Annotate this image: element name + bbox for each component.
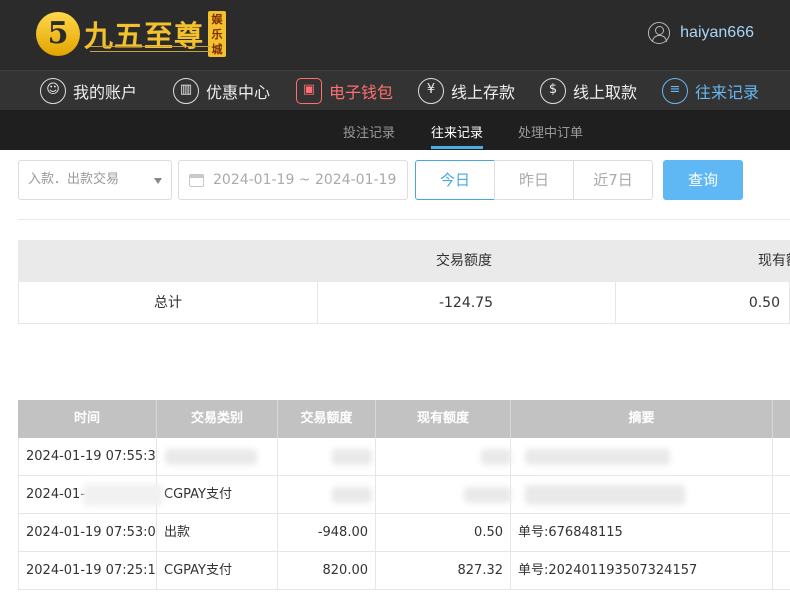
summary-header: 交易额度 现有额度 — [18, 240, 790, 282]
user-icon: ☺ — [40, 78, 66, 104]
col-memo: 摘要 — [511, 400, 773, 438]
transaction-type-select[interactable]: 入款．出款交易 — [18, 160, 172, 200]
col-type: 交易类别 — [157, 400, 278, 438]
table-row: 2024-01-19 07:25:14 CGPAY支付 820.00 827.3… — [18, 552, 790, 590]
records-table: 时间 交易类别 交易额度 现有额度 摘要 2024-01-19 07:55:30… — [18, 400, 790, 590]
wallet-icon: ▣ — [296, 78, 322, 104]
date-range-value: 2024-01-19 ~ 2024-01-19 — [213, 172, 397, 188]
redaction-blur — [83, 484, 163, 506]
calendar-icon — [189, 174, 204, 187]
cell-amount: 820.00 — [278, 552, 376, 590]
avatar-icon — [648, 22, 671, 44]
gift-icon: ▥ — [173, 78, 199, 104]
summary-total-label: 总计 — [154, 295, 182, 311]
cell-memo: 单号:676848115 — [511, 514, 773, 552]
quick-today-button[interactable]: 今日 — [415, 160, 495, 200]
nav-promotions[interactable]: ▥ 优惠中心 — [173, 77, 270, 105]
col-time: 时间 — [18, 400, 157, 438]
select-value: 入款．出款交易 — [28, 172, 120, 187]
nav-label: 往来记录 — [695, 83, 760, 102]
quick-7days-button[interactable]: 近7日 — [573, 160, 653, 200]
table-row: 2024-01- CGPAY支付 — [18, 476, 790, 514]
cell-type: 出款 — [157, 514, 278, 552]
nav-label: 电子钱包 — [329, 83, 394, 102]
record-icon: ≡ — [662, 78, 688, 104]
summary-header-amount: 交易额度 — [436, 253, 492, 269]
summary-table: 交易额度 现有额度 总计 -124.75 0.50 — [18, 240, 790, 324]
nav-online-deposit[interactable]: ¥ 线上存款 — [418, 77, 515, 105]
logo-badge-icon: 5 — [36, 12, 80, 56]
cell-time: 2024-01-19 07:25:14 — [19, 552, 157, 590]
user-menu[interactable]: haiyan666 — [648, 22, 754, 44]
date-range-input[interactable]: 2024-01-19 ~ 2024-01-19 — [178, 160, 408, 200]
top-header: 5 九五至尊 娱乐城 haiyan666 — [0, 0, 790, 70]
deposit-icon: ¥ — [418, 78, 444, 104]
redaction-blur — [464, 487, 511, 503]
username[interactable]: haiyan666 — [680, 24, 754, 42]
redaction-blur — [525, 485, 685, 505]
col-amount: 交易额度 — [278, 400, 376, 438]
tab-bet-records[interactable]: 投注记录 — [343, 122, 395, 141]
nav-records[interactable]: ≡ 往来记录 — [662, 77, 759, 105]
nav-online-withdraw[interactable]: $ 线上取款 — [540, 77, 637, 105]
sub-nav: 投注记录 往来记录 处理中订单 — [0, 110, 790, 150]
redaction-blur — [332, 487, 372, 503]
summary-header-balance: 现有额度 — [758, 253, 790, 269]
records-header: 时间 交易类别 交易额度 现有额度 摘要 — [18, 400, 790, 438]
cell-time: 2024-01-19 07:55:30 — [19, 438, 157, 476]
quick-yesterday-button[interactable]: 昨日 — [494, 160, 574, 200]
summary-current-balance: 0.50 — [748, 295, 780, 311]
nav-label: 线上取款 — [573, 83, 638, 102]
nav-my-account[interactable]: ☺ 我的账户 — [40, 77, 137, 105]
cell-type: CGPAY支付 — [157, 552, 278, 590]
chevron-down-icon — [154, 178, 162, 184]
cell-balance: 0.50 — [376, 514, 511, 552]
query-button[interactable]: 查询 — [663, 160, 743, 200]
nav-label: 优惠中心 — [206, 83, 271, 102]
redaction-blur — [525, 449, 670, 465]
redaction-blur — [165, 449, 257, 465]
col-balance: 现有额度 — [376, 400, 511, 438]
brand-logo[interactable]: 5 九五至尊 娱乐城 — [36, 8, 227, 60]
redaction-blur — [481, 449, 511, 465]
brand-sub: 娱乐城 — [208, 11, 227, 57]
main-nav: ☺ 我的账户 ▥ 优惠中心 ▣ 电子钱包 ¥ 线上存款 $ 线上取款 ≡ 往来记… — [0, 70, 790, 110]
cell-time: 2024-01-19 07:53:03 — [19, 514, 157, 552]
table-row: 2024-01-19 07:55:30 — [18, 438, 790, 476]
tab-pending-orders[interactable]: 处理中订单 — [518, 122, 583, 141]
nav-label: 线上存款 — [451, 83, 516, 102]
logo-ornament — [90, 46, 210, 52]
table-row: 2024-01-19 07:53:03 出款 -948.00 0.50 单号:6… — [18, 514, 790, 552]
cell-memo: 单号:202401193507324157 — [511, 552, 773, 590]
summary-row: 总计 -124.75 0.50 — [18, 282, 790, 324]
redaction-blur — [332, 449, 372, 465]
withdraw-icon: $ — [540, 78, 566, 104]
summary-total-amount: -124.75 — [438, 295, 494, 311]
divider — [18, 219, 790, 220]
nav-label: 我的账户 — [73, 83, 138, 102]
cell-balance: 827.32 — [376, 552, 511, 590]
cell-type: CGPAY支付 — [157, 476, 278, 514]
nav-wallet[interactable]: ▣ 电子钱包 — [296, 77, 393, 105]
tab-transaction-records[interactable]: 往来记录 — [431, 122, 484, 149]
cell-amount: -948.00 — [278, 514, 376, 552]
